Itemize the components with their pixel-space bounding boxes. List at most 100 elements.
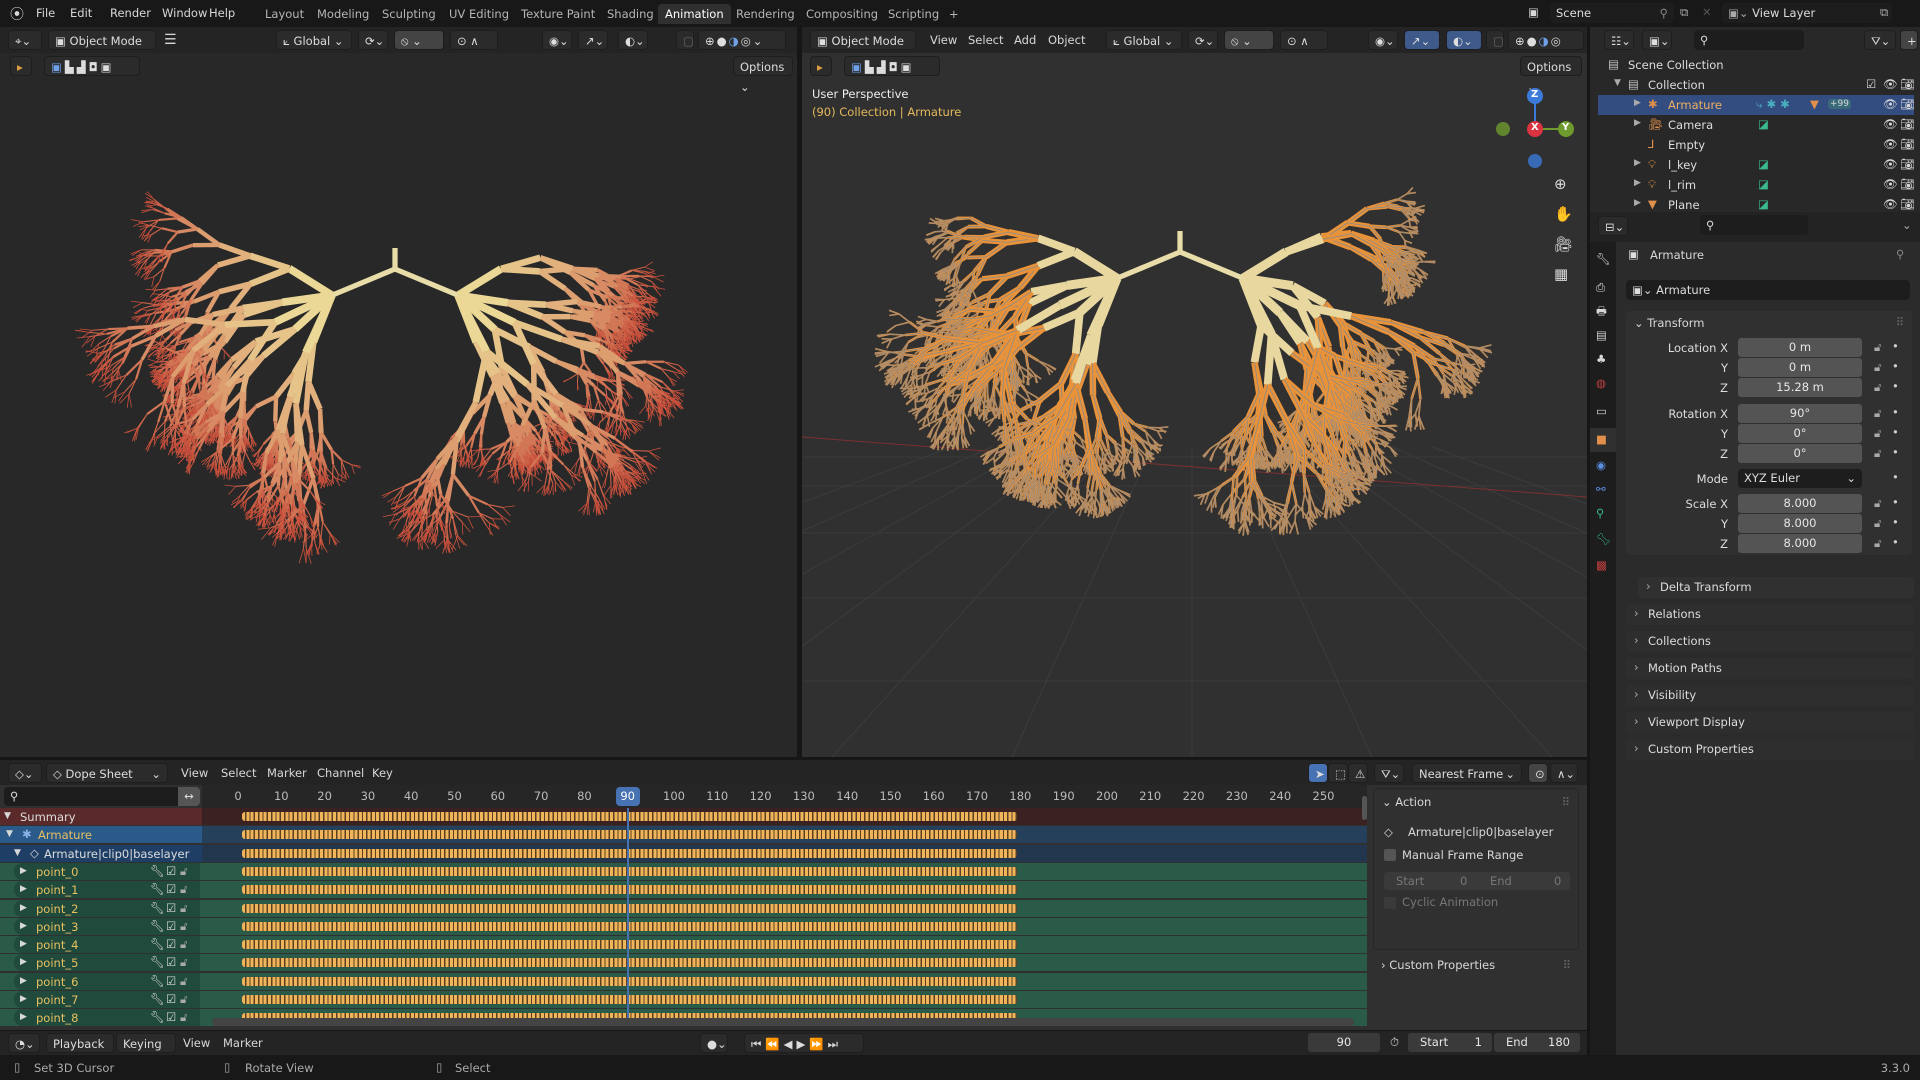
branch-segment [614, 424, 617, 434]
snap-icon[interactable]: ⦸ ⌄ [394, 30, 444, 50]
floor-grid-line [831, 446, 1113, 757]
bronchus [1115, 249, 1182, 281]
menu-render[interactable]: Render [110, 6, 151, 20]
armature-bones-render [802, 186, 1587, 757]
left-orientation-dropdown[interactable]: ⟀ Global ⌄ [276, 30, 352, 50]
branch-segment [622, 305, 639, 308]
branch-segment [576, 373, 579, 383]
left-3d-viewport[interactable]: ⌖⌄ ▣ Object Mode ⌄ ☰ ⟀ Global ⌄ ⟳⌄ ⦸ ⌄ ⊙… [0, 27, 797, 757]
branch-segment [443, 533, 445, 545]
new-scene-icon[interactable]: ⧉ [1680, 5, 1688, 20]
branch-segment [144, 276, 155, 280]
branch-segment [550, 469, 561, 482]
branch-segment [332, 464, 339, 475]
branch-segment [477, 447, 481, 459]
branch-segment [544, 469, 549, 485]
floor-grid-line [802, 446, 953, 503]
left-mode-dropdown[interactable]: ▣ Object Mode ⌄ [48, 30, 156, 68]
branch-segment [242, 451, 246, 463]
branch-segment [197, 372, 201, 389]
branch-segment [653, 274, 665, 278]
branch-segment [421, 536, 423, 551]
scene-icon[interactable]: ▣ [1528, 5, 1539, 19]
tab-sculpting[interactable]: Sculpting [375, 4, 443, 24]
branch-segment [118, 369, 122, 382]
branch-segment [538, 269, 567, 291]
proportional-edit-icon[interactable]: ⊙ ∧ [450, 30, 498, 50]
menu-edit[interactable]: Edit [70, 6, 92, 20]
branch-segment [249, 252, 291, 272]
branch-segment [632, 315, 642, 318]
branch-segment [507, 299, 547, 309]
tab-scripting[interactable]: Scripting [881, 4, 946, 24]
menu-file[interactable]: File [36, 6, 55, 20]
branch-segment [128, 394, 132, 408]
left-tool-header: ▸ ▣▙▟◘▣ Options ⌄ [0, 53, 797, 94]
branch-segment [126, 394, 130, 408]
branch-segment [673, 389, 685, 392]
tab-texture-paint[interactable]: Texture Paint [514, 4, 602, 24]
branch-segment [287, 265, 335, 299]
branch-segment [451, 473, 471, 497]
branch-segment [102, 381, 112, 391]
xray-icon[interactable]: ▢ [676, 30, 694, 50]
overlay-icon[interactable]: ◐⌄ [618, 30, 648, 50]
shading-buttons[interactable]: ⊕●◑◎⌄ [698, 30, 786, 50]
branch-segment [589, 396, 592, 407]
selection-mode-buttons[interactable]: ▣▙▟◘▣ [44, 56, 140, 76]
tab-uv-editing[interactable]: UV Editing [442, 4, 516, 24]
floor-grid-line [802, 446, 1033, 575]
branch-segment [555, 438, 557, 446]
lung-mesh-render [74, 191, 688, 565]
pin-icon[interactable]: ⚲ [1660, 3, 1668, 23]
tab-compositing[interactable]: Compositing [799, 4, 885, 24]
branch-segment [597, 479, 605, 497]
tab-shading[interactable]: Shading [600, 4, 661, 24]
new-view-layer-icon[interactable]: ⧉ [1880, 5, 1888, 20]
menu-help[interactable]: Help [209, 6, 235, 20]
branch-segment [145, 288, 156, 291]
branch-segment [502, 507, 511, 517]
tab-animation[interactable]: Animation [658, 4, 731, 24]
branch-segment [499, 514, 511, 523]
tab-modeling[interactable]: Modeling [310, 4, 376, 24]
orientation-icon: ⟀ [283, 34, 294, 48]
scene-selector[interactable]: Scene ⚲ [1550, 3, 1674, 23]
branch-segment [188, 403, 190, 411]
add-workspace-button[interactable]: + [942, 4, 966, 24]
branch-segment [161, 350, 164, 360]
blender-logo-icon[interactable]: ⦿ [10, 4, 24, 24]
branch-segment [246, 491, 257, 501]
editor-type-icon[interactable]: ⌖⌄ [8, 30, 42, 50]
branch-segment [228, 486, 237, 495]
branch-segment [224, 484, 236, 487]
branch-segment [127, 324, 154, 330]
branch-segment [433, 486, 439, 507]
branch-segment [648, 447, 662, 452]
tab-rendering[interactable]: Rendering [729, 4, 802, 24]
branch-segment [133, 307, 144, 314]
left-options-dropdown[interactable]: Options ⌄ [733, 56, 793, 94]
menu-window[interactable]: Window [162, 6, 207, 20]
branch-segment [320, 521, 324, 538]
visibility-icon[interactable]: ◉⌄ [542, 30, 572, 50]
branch-segment [277, 433, 285, 463]
branch-segment [228, 468, 231, 481]
branch-segment [382, 513, 396, 518]
pivot-icon[interactable]: ⟳⌄ [358, 30, 388, 50]
delete-scene-icon[interactable]: ✕ [1702, 5, 1712, 19]
select-tool-icon[interactable]: ▸ [10, 56, 32, 76]
branch-segment [643, 311, 653, 314]
hamburger-menu-icon[interactable]: ☰ [164, 32, 177, 48]
branch-segment [545, 302, 574, 314]
top-bar: ⦿ File Edit Render Window Help Layout Mo… [0, 0, 1920, 27]
view-layer-selector[interactable]: ▣⌄ View Layer [1722, 3, 1892, 23]
tab-layout[interactable]: Layout [258, 4, 311, 24]
branch-segment [303, 548, 307, 563]
right-3d-viewport[interactable]: ▣ Object Mode ⌄ View Select Add Object ⟀… [802, 27, 1587, 757]
gizmo-icon[interactable]: ↗⌄ [578, 30, 608, 50]
branch-segment [131, 219, 144, 223]
branch-segment [648, 450, 661, 459]
branch-segment [170, 243, 194, 254]
branch-segment [317, 408, 324, 434]
